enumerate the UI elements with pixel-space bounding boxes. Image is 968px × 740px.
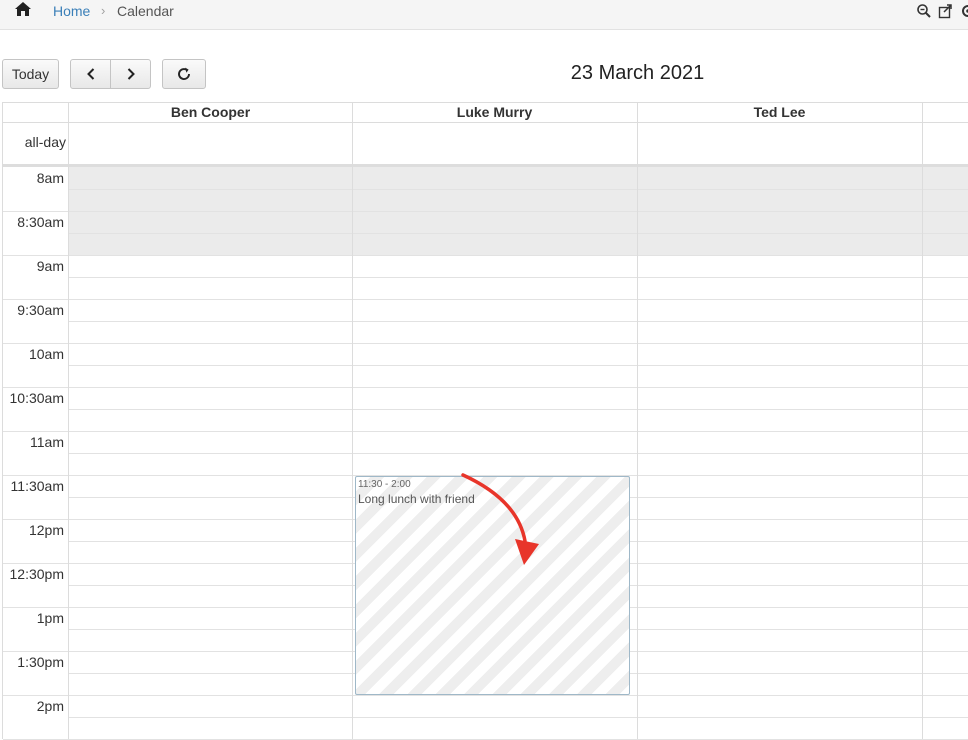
breadcrumb-bar: Home › Calendar <box>0 0 968 30</box>
slot-line <box>69 299 968 300</box>
time-label: 9am <box>36 258 64 274</box>
resource-header-ted-lee: Ted Lee <box>753 104 806 120</box>
slot-line <box>69 695 968 696</box>
topbar-actions <box>916 3 968 19</box>
slot-line <box>69 321 968 322</box>
next-button[interactable] <box>110 59 151 89</box>
resource-header-luke-murry: Luke Murry <box>456 104 533 120</box>
column-border <box>922 103 923 739</box>
refresh-button[interactable] <box>162 59 206 89</box>
date-title: 23 March 2021 <box>570 62 705 84</box>
time-axis-line <box>3 255 69 256</box>
slot-line <box>69 233 968 234</box>
slot-line <box>69 431 968 432</box>
slot-line <box>69 277 968 278</box>
refresh-icon <box>178 67 190 80</box>
slot-line <box>69 365 968 366</box>
time-axis-line <box>3 651 69 652</box>
header-row-divider <box>3 122 968 123</box>
time-axis-line <box>3 211 69 212</box>
chevron-right-icon <box>127 68 135 80</box>
time-label: 12:30pm <box>9 566 64 582</box>
slot-line <box>69 211 968 212</box>
column-border <box>352 103 353 739</box>
settings-icon[interactable] <box>960 3 968 19</box>
time-label: 1:30pm <box>17 654 64 670</box>
time-label: 1pm <box>36 610 64 626</box>
slot-line <box>69 255 968 256</box>
prev-button[interactable] <box>70 59 111 89</box>
time-label: 12pm <box>28 522 64 538</box>
time-label: 11am <box>30 434 64 450</box>
today-button[interactable]: Today <box>2 59 59 89</box>
time-axis-line <box>3 563 69 564</box>
allday-label: all-day <box>24 134 66 150</box>
slot-line <box>69 387 968 388</box>
time-label: 10:30am <box>9 390 64 406</box>
time-label: 2pm <box>36 698 64 714</box>
time-label: 9:30am <box>17 302 64 318</box>
chevron-left-icon <box>86 68 94 80</box>
home-icon[interactable] <box>14 1 32 17</box>
calendar-grid: Ben Cooper Luke Murry Ted Lee all-day 8a… <box>2 102 968 740</box>
time-axis-line <box>3 299 69 300</box>
event-time: 11:30 - 2:00 <box>358 479 411 490</box>
time-axis-line <box>3 387 69 388</box>
resource-header-ben-cooper: Ben Cooper <box>170 104 251 120</box>
column-border <box>637 103 638 739</box>
breadcrumb-home-link[interactable]: Home <box>53 3 90 19</box>
slot-line <box>69 717 968 718</box>
slot-line <box>69 453 968 454</box>
time-axis-line <box>3 695 69 696</box>
time-label: 10am <box>28 346 64 362</box>
allday-divider <box>3 164 968 167</box>
breadcrumb-current: Calendar <box>117 3 174 19</box>
time-axis-line <box>3 607 69 608</box>
breadcrumb-separator: › <box>101 3 106 18</box>
time-axis-line <box>3 519 69 520</box>
slot-line <box>69 343 968 344</box>
zoom-out-icon[interactable] <box>916 3 932 19</box>
time-label: 8:30am <box>17 214 64 230</box>
time-label: 8am <box>36 170 64 186</box>
share-icon[interactable] <box>938 3 954 19</box>
time-label: 11:30am <box>10 478 64 494</box>
time-axis-line <box>3 343 69 344</box>
slot-line <box>69 409 968 410</box>
time-axis-line <box>3 475 69 476</box>
time-axis-line <box>3 431 69 432</box>
slot-line <box>69 189 968 190</box>
annotation-arrow-icon <box>461 473 539 565</box>
time-axis-border <box>68 103 69 739</box>
